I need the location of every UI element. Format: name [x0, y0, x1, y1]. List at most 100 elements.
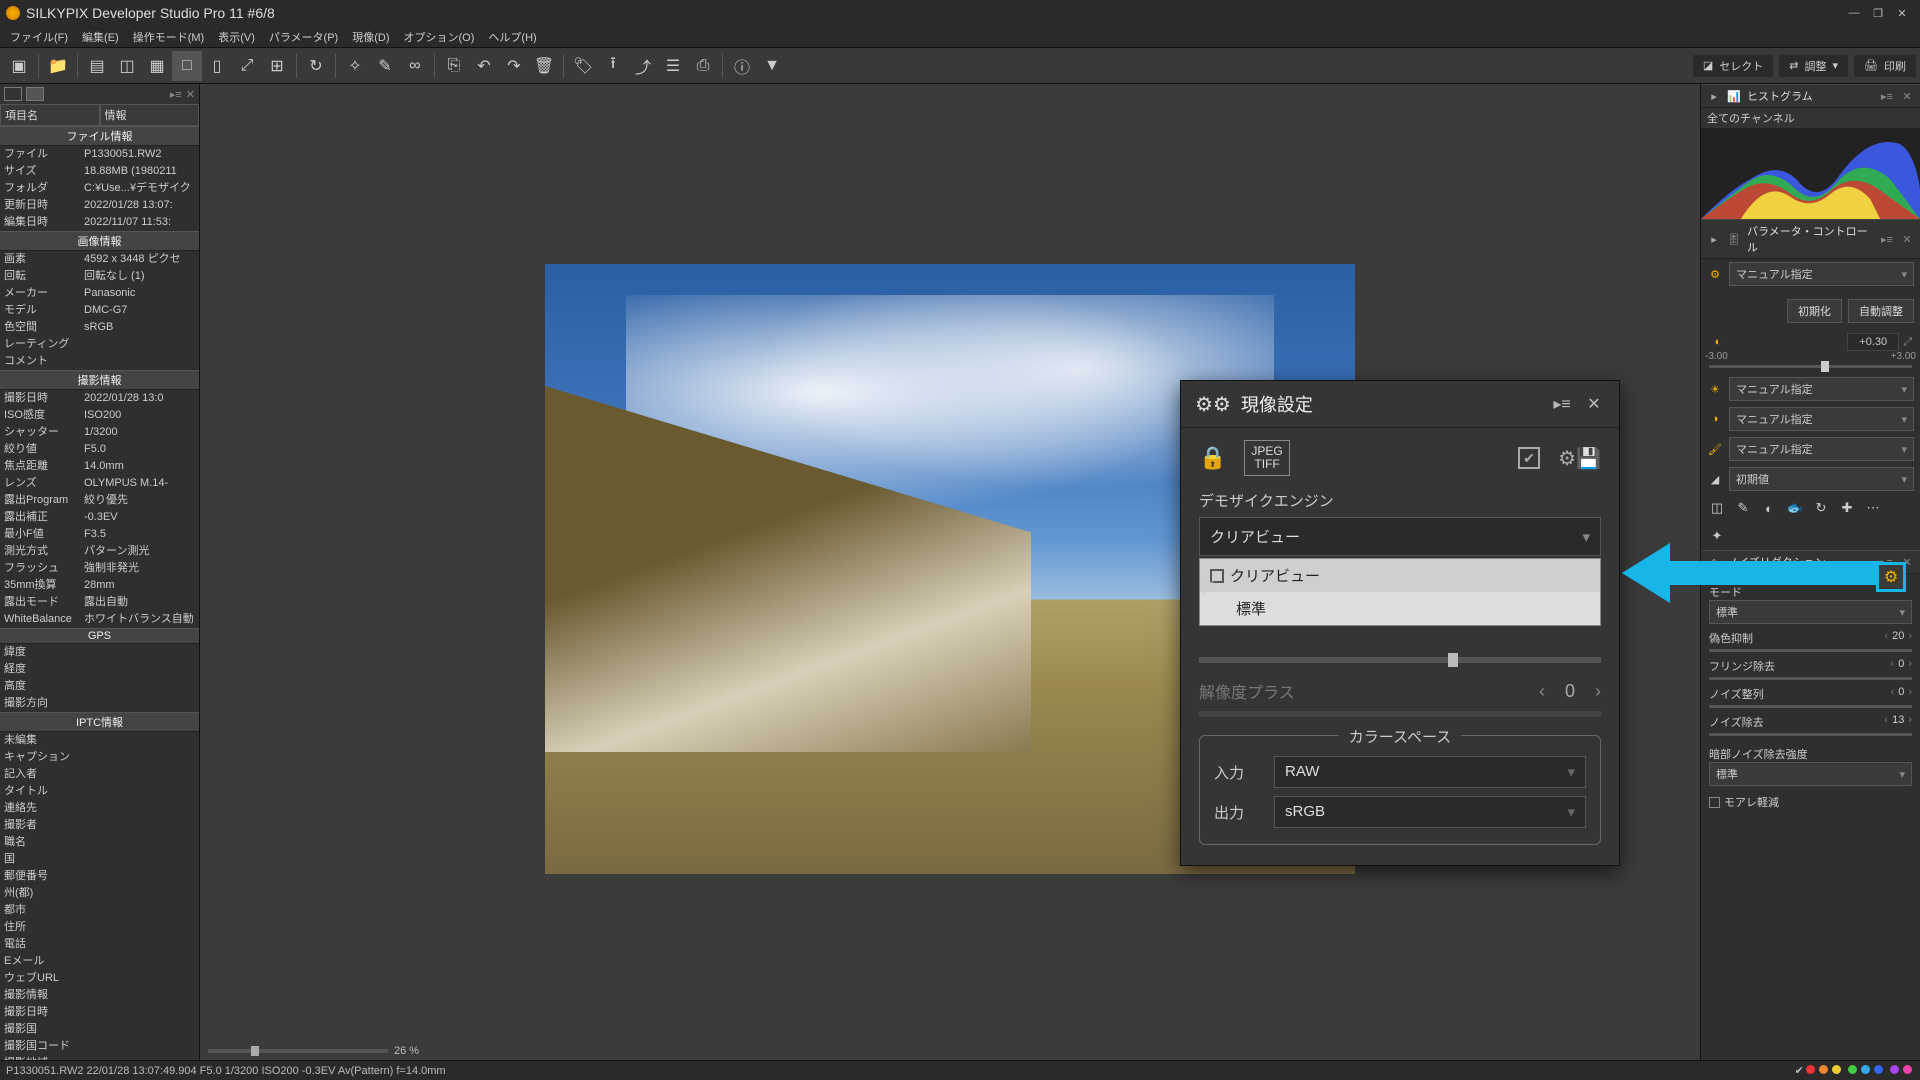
save-settings-icon[interactable]: ⚙💾 [1558, 446, 1601, 471]
panel-close-icon[interactable]: ✕ [1900, 90, 1914, 103]
nr-remove-slider[interactable] [1709, 733, 1912, 736]
auto-button[interactable]: 自動調整 [1848, 299, 1914, 323]
menu-item[interactable]: 操作モード(M) [127, 27, 211, 47]
link-icon[interactable]: ∞ [400, 51, 430, 81]
panel-close-icon[interactable]: ✕ [1900, 233, 1914, 246]
menu-item[interactable]: ファイル(F) [4, 27, 74, 47]
moire-checkbox[interactable]: モアレ軽減 [1701, 790, 1920, 814]
info-tab-2-icon[interactable] [26, 87, 44, 101]
nr-align-value[interactable]: 0 [1898, 686, 1904, 702]
expand-icon[interactable]: ⤢ [232, 51, 262, 81]
nr-mode-dropdown[interactable]: 標準▾ [1709, 600, 1912, 624]
layout3-icon[interactable]: ▦ [142, 51, 172, 81]
nr-fringe-slider[interactable] [1709, 677, 1912, 680]
menu-item[interactable]: オプション(O) [398, 27, 481, 47]
close-button[interactable]: ✕ [1890, 7, 1914, 20]
demosaic-option-clearview[interactable]: クリアビュー [1200, 559, 1600, 592]
gears-icon: ⚙⚙ [1195, 392, 1231, 417]
dialog-close-icon[interactable]: ✕ [1583, 394, 1605, 414]
brush2-icon[interactable]: ✎ [1733, 498, 1753, 518]
refresh-icon[interactable]: ↻ [301, 51, 331, 81]
panel-menu-icon[interactable]: ▸≡ [1880, 90, 1894, 103]
cs-input-dropdown[interactable]: RAW▾ [1274, 756, 1586, 788]
nr-remove-value[interactable]: 13 [1892, 714, 1904, 730]
maximize-button[interactable]: ❐ [1866, 7, 1890, 20]
info-tab-1-icon[interactable] [4, 87, 22, 101]
exposure-value[interactable]: +0.30 [1847, 333, 1899, 351]
panel-menu-icon[interactable]: ▸≡ [1880, 233, 1894, 246]
print-icon[interactable]: ⎙ [688, 51, 718, 81]
cs-output-dropdown[interactable]: sRGB▾ [1274, 796, 1586, 828]
resolution-plus-stepper[interactable]: ‹ 0 › [1539, 681, 1601, 702]
filter-icon[interactable]: ▼ [757, 51, 787, 81]
mode-adjust-button[interactable]: ⇄ 調整 ▾ [1779, 55, 1848, 77]
mode-print-button[interactable]: 🖨 印刷 [1854, 55, 1916, 77]
mode-select-button[interactable]: ◪ セレクト [1693, 55, 1773, 77]
lock-icon[interactable]: 🔒 [1199, 445, 1226, 471]
export-icon[interactable]: ⤴ [628, 51, 658, 81]
histogram-channel[interactable]: 全てのチャンネル [1701, 108, 1920, 129]
sharp-dropdown[interactable]: 初期値▾ [1729, 467, 1914, 491]
nr-fringe-value[interactable]: 0 [1898, 658, 1904, 674]
nr-false-color-slider[interactable] [1709, 649, 1912, 652]
dialog-menu-icon[interactable]: ▸≡ [1551, 394, 1573, 414]
apply-checkbox-icon[interactable]: ✔ [1518, 447, 1540, 469]
undo-icon[interactable]: ↶ [469, 51, 499, 81]
pencil-icon[interactable]: ✎ [370, 51, 400, 81]
develop-settings-button[interactable]: ⚙ [1876, 562, 1906, 592]
info-row: レンズOLYMPUS M.14- [0, 475, 199, 492]
copy-icon[interactable]: ⎘ [439, 51, 469, 81]
lens-icon[interactable]: 🐟 [1785, 498, 1805, 518]
expand-exposure-icon[interactable]: ⤢ [1903, 336, 1912, 349]
preset-dropdown[interactable]: マニュアル指定▾ [1729, 262, 1914, 286]
panel-close-icon[interactable]: ✕ [186, 88, 195, 101]
grid-icon[interactable]: ⊞ [262, 51, 292, 81]
arrow-tool-icon[interactable]: ▣ [4, 51, 34, 81]
info-row: 撮影日時 [0, 1004, 199, 1021]
menu-item[interactable]: 現像(D) [346, 27, 395, 47]
color-dropdown[interactable]: マニュアル指定▾ [1729, 437, 1914, 461]
menu-item[interactable]: 編集(E) [76, 27, 125, 47]
status-check-icon[interactable]: ✔ [1795, 1064, 1804, 1077]
info-scroll[interactable]: ファイル情報ファイルP1330051.RW2サイズ18.88MB (198021… [0, 126, 199, 1060]
folder-icon[interactable]: 📁 [43, 51, 73, 81]
chevron-right-icon[interactable]: ▸ [1707, 90, 1721, 103]
layout4-icon[interactable]: □ [172, 51, 202, 81]
batch-icon[interactable]: ☰ [658, 51, 688, 81]
wb-dropdown[interactable]: マニュアル指定▾ [1729, 377, 1914, 401]
tag-icon[interactable]: 🏷 [568, 51, 598, 81]
nr-dark-dropdown[interactable]: 標準▾ [1709, 762, 1912, 786]
demosaic-dropdown[interactable]: クリアビュー▾ [1199, 517, 1601, 556]
menu-item[interactable]: パラメータ(P) [263, 27, 344, 47]
open-icon[interactable]: ⭱ [598, 51, 628, 81]
tone-dropdown[interactable]: マニュアル指定▾ [1729, 407, 1914, 431]
nr-false-color-value[interactable]: 20 [1892, 630, 1904, 646]
crop-icon[interactable]: ◫ [1707, 498, 1727, 518]
chevron-right-icon[interactable]: ▸ [1707, 233, 1721, 246]
layout1-icon[interactable]: ▤ [82, 51, 112, 81]
rotate-icon[interactable]: ↻ [1811, 498, 1831, 518]
exposure-slider[interactable] [1709, 365, 1912, 368]
zoom-slider[interactable] [208, 1049, 388, 1053]
eyedrop-icon[interactable]: ✚ [1837, 498, 1857, 518]
layout5-icon[interactable]: ▯ [202, 51, 232, 81]
more-icon[interactable]: ⋯ [1863, 498, 1883, 518]
grad-icon[interactable]: ◐ [1759, 498, 1779, 518]
inc-icon[interactable]: › [1595, 681, 1601, 702]
delete-icon[interactable]: 🗑 [529, 51, 559, 81]
panel-menu-icon[interactable]: ▸≡ [170, 88, 182, 101]
minimize-button[interactable]: — [1842, 7, 1866, 19]
menu-item[interactable]: 表示(V) [212, 27, 261, 47]
nr-align-slider[interactable] [1709, 705, 1912, 708]
demosaic-strength-slider[interactable] [1199, 657, 1601, 663]
dec-icon[interactable]: ‹ [1539, 681, 1545, 702]
info-icon[interactable]: ⓘ [727, 51, 757, 81]
redo-icon[interactable]: ↷ [499, 51, 529, 81]
init-button[interactable]: 初期化 [1787, 299, 1842, 323]
wand-icon[interactable]: ✧ [340, 51, 370, 81]
layout2-icon[interactable]: ◫ [112, 51, 142, 81]
format-badge[interactable]: JPEG TIFF [1244, 440, 1289, 476]
develop-settings-dialog: ⚙⚙ 現像設定 ▸≡ ✕ 🔒 JPEG TIFF ✔ ⚙💾 デモザイクエンジン … [1180, 380, 1620, 866]
menu-item[interactable]: ヘルプ(H) [482, 27, 542, 47]
color-dots[interactable] [1804, 1065, 1914, 1077]
